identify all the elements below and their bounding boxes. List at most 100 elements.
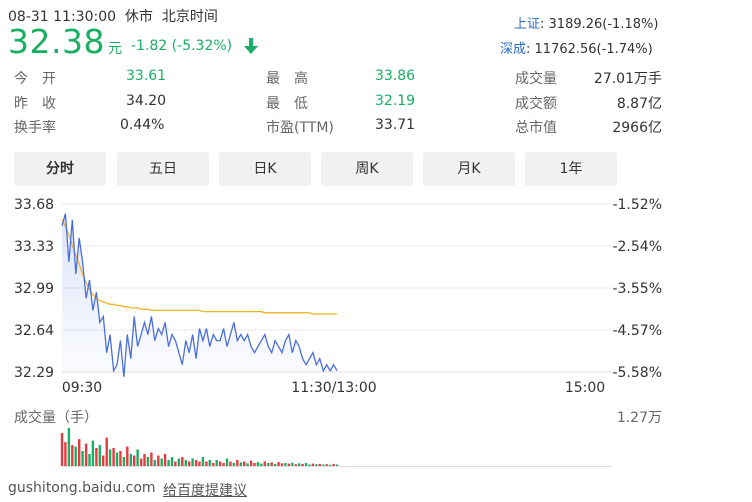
tab-monthly-k[interactable]: 月K (423, 152, 515, 186)
stat-low-value: 32.19 (375, 93, 416, 109)
volume-bar (246, 463, 249, 466)
stat-market-cap-value: 2966亿 (612, 120, 662, 136)
stat-pe-value: 33.71 (375, 117, 416, 133)
price-unit: 元 (108, 41, 122, 57)
x-tick-label: 11:30/13:00 (291, 380, 376, 396)
volume-bar (273, 463, 277, 466)
volume-bar (215, 460, 218, 466)
index-shanghai[interactable]: 上证: 3189.26(-1.18%) (514, 13, 662, 32)
volume-bar (256, 462, 260, 466)
y-tick-left: 33.33 (14, 239, 54, 255)
y-tick-right: -5.58% (612, 365, 662, 381)
index-shenzhen-label[interactable]: 深成 (500, 42, 526, 57)
volume-bar (139, 458, 143, 466)
volume-chart[interactable] (0, 428, 752, 468)
volume-bar (270, 462, 273, 466)
price-area (62, 213, 337, 377)
volume-bar (239, 462, 242, 466)
volume-bar (291, 462, 294, 466)
source-domain: gushitong.baidu.com (8, 480, 156, 496)
volume-bar (188, 461, 191, 466)
stat-low-label: 最 低 (266, 96, 308, 112)
volume-bar (308, 464, 311, 466)
stat-prev-close-value: 34.20 (126, 93, 167, 109)
avg-price-line (61, 219, 337, 315)
volume-bar (181, 457, 184, 466)
volume-bar (315, 464, 318, 466)
stat-amount-label: 成交额 (515, 96, 557, 112)
volume-bar (243, 461, 246, 466)
feedback-link[interactable]: 给百度提建议 (163, 480, 247, 500)
volume-bar (335, 464, 339, 466)
stat-market-cap-label: 总市值 (515, 120, 557, 136)
volume-bar (253, 463, 256, 466)
volume-bar (98, 445, 101, 466)
y-tick-right: -3.55% (612, 281, 662, 297)
volume-bar (122, 457, 126, 466)
y-tick-left: 33.68 (14, 197, 54, 213)
volume-bar (102, 455, 105, 466)
stat-turnover-rate-value: 0.44% (120, 117, 165, 133)
volume-bar (322, 464, 325, 466)
stat-amount-value: 8.87亿 (616, 96, 662, 112)
volume-bar (205, 461, 208, 466)
volume-bar (222, 463, 225, 466)
x-tick-label: 09:30 (62, 380, 102, 396)
volume-bar (311, 463, 315, 466)
volume-bar (119, 451, 122, 466)
volume-bar (153, 460, 156, 466)
tab-one-year[interactable]: 1年 (525, 152, 617, 186)
volume-bar (225, 458, 229, 466)
current-price: 32.38 (8, 22, 105, 61)
volume-bar (74, 446, 77, 466)
tab-weekly-k[interactable]: 周K (321, 152, 413, 186)
volume-bar (67, 428, 71, 466)
stat-pe-label: 市盈(TTM) (266, 120, 334, 136)
volume-bar (78, 439, 81, 466)
volume-bar (280, 463, 284, 466)
volume-bar (260, 463, 263, 466)
stat-high-value: 33.86 (375, 68, 416, 84)
y-tick-left: 32.29 (14, 365, 54, 381)
volume-bar (318, 463, 321, 466)
stat-open-label: 今 开 (14, 71, 56, 87)
volume-bar (167, 460, 170, 466)
volume-bar (328, 464, 332, 466)
stat-turnover-rate-label: 换手率 (14, 120, 56, 136)
index-shanghai-value: : 3189.26(-1.18%) (540, 17, 659, 32)
index-shanghai-label[interactable]: 上证 (514, 17, 540, 32)
volume-bar (160, 458, 163, 466)
intraday-chart[interactable]: 33.68 33.33 32.99 32.64 32.29 -1.52% -2.54% -3… (0, 188, 752, 398)
timezone-label: 北京时间 (161, 9, 218, 25)
tab-intraday[interactable]: 分时 (14, 152, 106, 186)
volume-bar (129, 454, 132, 466)
price-change: -1.82 (-5.32%) (131, 38, 233, 54)
arrow-down-icon (244, 37, 258, 59)
volume-bar (126, 446, 129, 466)
volume-bar (249, 460, 253, 466)
volume-bar (218, 461, 222, 466)
volume-bar (287, 463, 291, 466)
volume-bar (198, 461, 201, 466)
volume-bar (325, 464, 328, 466)
volume-bar (301, 463, 304, 466)
volume-max-label: 1.27万 (616, 410, 662, 426)
y-tick-left: 32.99 (14, 281, 54, 297)
volume-bar (212, 463, 215, 466)
volume-bar (232, 463, 236, 466)
stat-volume-value: 27.01万手 (593, 71, 662, 87)
stat-volume-label: 成交量 (515, 71, 557, 87)
tab-daily-k[interactable]: 日K (219, 152, 311, 186)
tab-five-day[interactable]: 五日 (117, 152, 209, 186)
stat-prev-close-label: 昨 收 (14, 96, 56, 112)
volume-bar (163, 454, 167, 466)
y-tick-right: -4.57% (612, 323, 662, 339)
volume-bar (157, 455, 160, 466)
volume-bar (208, 460, 211, 466)
volume-bar (64, 442, 67, 466)
volume-bar (277, 462, 280, 466)
stat-high-label: 最 高 (266, 71, 308, 87)
volume-bar (60, 433, 64, 466)
index-shenzhen[interactable]: 深成: 11762.56(-1.74%) (500, 38, 662, 57)
volume-bar (84, 443, 88, 466)
